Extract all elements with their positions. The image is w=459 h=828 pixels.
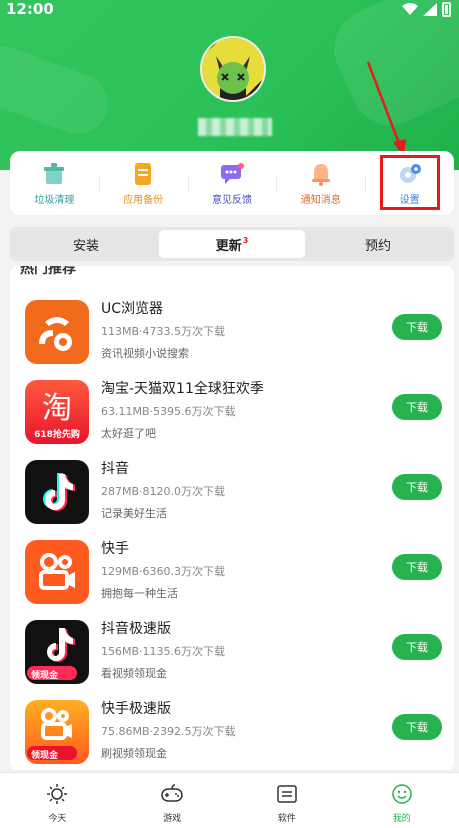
app-desc: 刷视频领现金 — [101, 747, 167, 760]
sun-icon — [47, 784, 68, 804]
gamepad-icon — [161, 784, 183, 802]
list-item[interactable]: 领现金 快手极速版 75.86MB·2392.5万次下载 刷视频领现金 下载 — [10, 692, 454, 770]
status-bar: 12:00 — [0, 0, 459, 20]
app-meta: 129MB·6360.3万次下载 — [101, 565, 226, 578]
trash-clean-icon — [44, 163, 65, 184]
nav-software[interactable]: 软件 — [230, 773, 345, 828]
douyin-lite-icon: 领现金 — [25, 620, 89, 684]
uc-browser-icon — [25, 300, 89, 364]
app-desc: 看视频领现金 — [101, 667, 167, 680]
battery-icon — [442, 2, 451, 17]
avatar[interactable] — [200, 36, 266, 102]
section-title-cut: 热门推荐 — [20, 266, 76, 277]
nav-label: 我的 — [392, 814, 411, 824]
tool-label: 垃圾清理 — [34, 195, 75, 206]
nav-mine[interactable]: 我的 — [344, 773, 459, 828]
download-button[interactable]: 下载 — [392, 554, 442, 580]
nav-games[interactable]: 游戏 — [115, 773, 230, 828]
app-meta: 156MB·1135.6万次下载 — [101, 645, 226, 658]
app-meta: 75.86MB·2392.5万次下载 — [101, 725, 236, 738]
nav-today[interactable]: 今天 — [0, 773, 115, 828]
icon-tag: 领现金 — [31, 751, 59, 761]
app-meta: 287MB·8120.0万次下载 — [101, 485, 226, 498]
nav-label: 游戏 — [163, 814, 182, 824]
annotation-arrow — [366, 61, 406, 158]
header-decoration — [0, 37, 117, 143]
download-button[interactable]: 下载 — [392, 714, 442, 740]
svg-text:淘: 淘 — [42, 391, 72, 426]
wifi-icon — [402, 3, 418, 15]
icon-tag: 618抢先购 — [34, 430, 80, 440]
nav-label: 今天 — [48, 814, 67, 824]
tab-label: 预约 — [364, 238, 391, 254]
tab-update[interactable]: 更新 3 — [159, 230, 305, 258]
tab-reserve[interactable]: 预约 — [305, 230, 451, 258]
signal-icon — [423, 3, 437, 16]
avatar-image — [202, 38, 264, 100]
tool-trash-clean[interactable]: 垃圾清理 — [10, 151, 99, 215]
list-item[interactable]: 抖音 287MB·8120.0万次下载 记录美好生活 下载 — [10, 452, 454, 532]
icon-tag: 领现金 — [31, 671, 59, 681]
backup-icon — [135, 163, 152, 185]
smile-icon — [391, 784, 412, 804]
status-time: 12:00 — [6, 0, 54, 18]
username-blurred — [198, 118, 272, 136]
tool-app-backup[interactable]: 应用备份 — [98, 151, 188, 215]
tool-feedback[interactable]: 意见反馈 — [187, 151, 277, 215]
bell-icon — [311, 164, 330, 186]
app-desc: 太好逛了吧 — [101, 427, 156, 440]
download-button[interactable]: 下载 — [392, 394, 442, 420]
tab-label: 更新 — [215, 238, 242, 254]
app-desc: 资讯视频小说搜索 — [101, 347, 189, 360]
app-meta: 113MB·4733.5万次下载 — [101, 325, 226, 338]
app-name: 淘宝-天猫双11全球狂欢季 — [101, 381, 264, 397]
tab-label: 安装 — [72, 238, 99, 254]
tool-notifications[interactable]: 通知消息 — [276, 151, 365, 215]
tool-label: 应用备份 — [123, 195, 164, 206]
taobao-icon: 淘 618抢先购 — [25, 380, 89, 444]
download-button[interactable]: 下载 — [392, 314, 442, 340]
tab-bar: 安装 更新 3 预约 — [10, 227, 454, 261]
app-meta: 63.11MB·5395.6万次下载 — [101, 405, 236, 418]
app-list[interactable]: 热门推荐 UC浏览器 113MB·4733.5万次下载 资讯视频小说搜索 下载 … — [10, 266, 454, 770]
download-button[interactable]: 下载 — [392, 634, 442, 660]
tool-label: 通知消息 — [300, 195, 341, 206]
app-name: 抖音极速版 — [101, 621, 171, 637]
app-name: UC浏览器 — [101, 301, 164, 317]
list-item[interactable]: UC浏览器 113MB·4733.5万次下载 资讯视频小说搜索 下载 — [10, 292, 454, 372]
settings-highlight-box — [380, 155, 440, 210]
bottom-nav: 今天 游戏 软件 我的 — [0, 772, 459, 828]
kuaishou-icon — [25, 540, 89, 604]
tab-install[interactable]: 安装 — [13, 230, 159, 258]
kuaishou-lite-icon: 领现金 — [25, 700, 89, 764]
list-item[interactable]: 快手 129MB·6360.3万次下载 拥抱每一种生活 下载 — [10, 532, 454, 612]
nav-label: 软件 — [277, 814, 296, 824]
douyin-icon — [25, 460, 89, 524]
feedback-icon — [220, 163, 244, 184]
app-name: 快手极速版 — [101, 701, 171, 717]
app-name: 快手 — [101, 541, 129, 557]
app-desc: 拥抱每一种生活 — [101, 587, 178, 600]
update-count-badge: 3 — [242, 235, 249, 245]
tool-label: 意见反馈 — [211, 195, 252, 206]
list-item[interactable]: 领现金 抖音极速版 156MB·1135.6万次下载 看视频领现金 下载 — [10, 612, 454, 692]
app-name: 抖音 — [101, 461, 129, 477]
list-item[interactable]: 淘 618抢先购 淘宝-天猫双11全球狂欢季 63.11MB·5395.6万次下… — [10, 372, 454, 452]
app-desc: 记录美好生活 — [101, 507, 167, 520]
software-icon — [277, 785, 297, 803]
download-button[interactable]: 下载 — [392, 474, 442, 500]
